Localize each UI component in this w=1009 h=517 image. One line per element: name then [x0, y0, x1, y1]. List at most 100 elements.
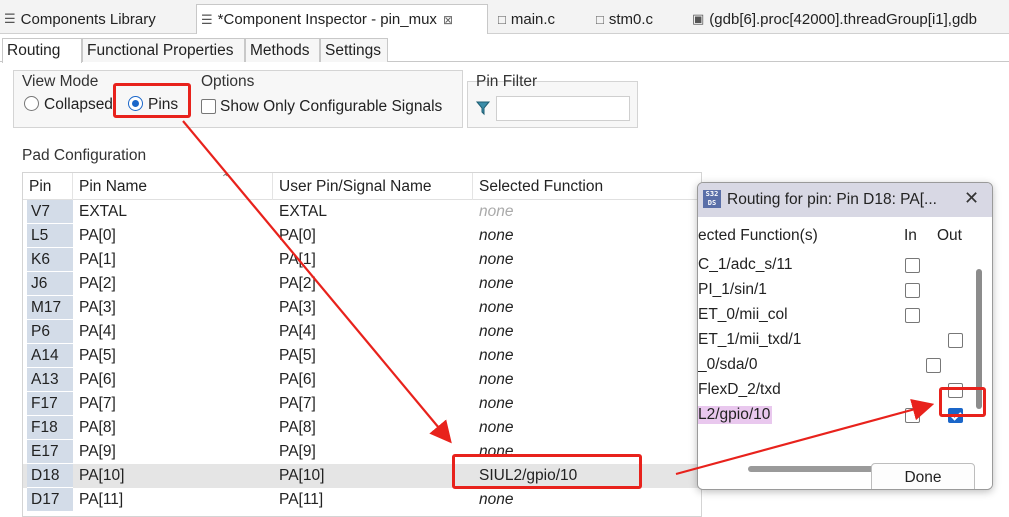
highlight-box-pins	[113, 83, 191, 118]
dialog-function-row[interactable]: L2/gpio/10	[698, 403, 976, 428]
debug-icon: ▣	[692, 11, 705, 26]
cell-selected-function[interactable]: none	[473, 320, 701, 344]
tab-settings[interactable]: Settings	[320, 38, 388, 62]
dialog-function-row[interactable]: C_1/adc_s/11	[698, 253, 976, 278]
cell-user-signal[interactable]: PA[8]	[273, 416, 473, 440]
cell-user-signal[interactable]: PA[9]	[273, 440, 473, 464]
cell-pin: K6	[27, 248, 73, 272]
function-label: L2/gpio/10	[698, 406, 773, 424]
table-row[interactable]: M17 PA[3] PA[3] none	[23, 296, 701, 320]
cell-selected-function[interactable]: none	[473, 368, 701, 392]
close-tab-icon[interactable]: ⊠	[443, 13, 453, 27]
cell-pin-name: PA[6]	[79, 371, 116, 388]
in-checkbox[interactable]	[905, 258, 920, 273]
cell-user-signal[interactable]: EXTAL	[273, 200, 473, 224]
table-row[interactable]: J6 PA[2] PA[2] none	[23, 272, 701, 296]
cell-pin: D18	[27, 464, 73, 488]
in-checkbox[interactable]	[905, 283, 920, 298]
cell-user-signal[interactable]: PA[6]	[273, 368, 473, 392]
col-header-selected-function[interactable]: Selected Function	[473, 173, 701, 200]
cell-user-signal[interactable]: PA[3]	[273, 296, 473, 320]
dialog-title-bar[interactable]: S32 DS Routing for pin: Pin D18: PA[... ✕	[698, 183, 992, 217]
cell-user-signal[interactable]: PA[2]	[273, 272, 473, 296]
cell-pin-name: PA[2]	[79, 275, 116, 292]
cell-selected-function[interactable]: none	[473, 488, 701, 512]
show-configurable-label: Show Only Configurable Signals	[220, 98, 443, 115]
pin-filter-title: Pin Filter	[476, 73, 538, 90]
in-checkbox[interactable]	[905, 408, 920, 423]
radio-collapsed[interactable]	[24, 96, 39, 111]
out-checkbox[interactable]	[926, 358, 941, 373]
table-row[interactable]: F17 PA[7] PA[7] none	[23, 392, 701, 416]
tab-routing[interactable]: Routing	[2, 38, 82, 63]
dialog-function-row[interactable]: FlexD_2/txd	[698, 378, 976, 403]
table-row[interactable]: A14 PA[5] PA[5] none	[23, 344, 701, 368]
table-header: Pin Pin Name ⌃ User Pin/Signal Name Sele…	[23, 173, 701, 200]
cell-selected-function[interactable]: none	[473, 248, 701, 272]
cell-user-signal[interactable]: PA[11]	[273, 488, 473, 512]
tab-functional-properties[interactable]: Functional Properties	[82, 38, 245, 62]
components-icon: ☰	[4, 11, 16, 26]
tab-stm0-c[interactable]: □ stm0.c	[592, 4, 692, 34]
done-button[interactable]: Done	[871, 463, 975, 489]
cell-pin: D17	[27, 488, 73, 512]
table-row[interactable]: K6 PA[1] PA[1] none	[23, 248, 701, 272]
pad-config-title: Pad Configuration	[22, 147, 147, 164]
pin-filter-input[interactable]	[496, 96, 630, 121]
cell-pin-name: PA[10]	[79, 467, 125, 484]
plug-icon: ☰	[201, 11, 213, 27]
dialog-function-row[interactable]: PI_1/sin/1	[698, 278, 976, 303]
table-row[interactable]: V7 EXTAL EXTAL none	[23, 200, 701, 224]
cell-pin: A13	[27, 368, 73, 392]
table-row[interactable]: P6 PA[4] PA[4] none	[23, 320, 701, 344]
cell-user-signal[interactable]: PA[10]	[273, 464, 473, 488]
table-row[interactable]: A13 PA[6] PA[6] none	[23, 368, 701, 392]
col-header-pin[interactable]: Pin	[23, 173, 73, 200]
in-checkbox[interactable]	[905, 308, 920, 323]
table-row[interactable]: D17 PA[11] PA[11] none	[23, 488, 701, 512]
tab-methods[interactable]: Methods	[245, 38, 320, 62]
cell-pin-name: PA[9]	[79, 443, 116, 460]
cell-selected-function[interactable]: none	[473, 224, 701, 248]
tab-label: (gdb[6].proc[42000].threadGroup[i1],gdb	[709, 10, 977, 28]
function-label: _0/sda/0	[698, 356, 758, 373]
cell-selected-function[interactable]: none	[473, 392, 701, 416]
options-title: Options	[201, 73, 255, 90]
dialog-col-out: Out	[937, 227, 962, 244]
cell-selected-function[interactable]: none	[473, 416, 701, 440]
tab-component-inspector[interactable]: ☰ *Component Inspector - pin_mux ⊠	[196, 4, 488, 34]
cell-pin: F18	[27, 416, 73, 440]
out-checkbox[interactable]	[948, 333, 963, 348]
tab-label: stm0.c	[608, 10, 654, 28]
cell-selected-function[interactable]: none	[473, 200, 701, 224]
filter-icon	[475, 100, 491, 116]
function-label: FlexD_2/txd	[698, 381, 781, 398]
show-configurable-checkbox[interactable]	[201, 99, 216, 114]
cell-user-signal[interactable]: PA[1]	[273, 248, 473, 272]
cell-pin: J6	[27, 272, 73, 296]
cell-user-signal[interactable]: PA[5]	[273, 344, 473, 368]
dialog-col-functions: ected Function(s)	[698, 227, 818, 244]
cell-user-signal[interactable]: PA[4]	[273, 320, 473, 344]
table-row[interactable]: L5 PA[0] PA[0] none	[23, 224, 701, 248]
cell-selected-function[interactable]: none	[473, 344, 701, 368]
cell-pin-name: PA[7]	[79, 395, 116, 412]
close-icon[interactable]: ✕	[964, 188, 979, 209]
col-header-user-signal[interactable]: User Pin/Signal Name	[273, 173, 473, 200]
dialog-function-row[interactable]: ET_1/mii_txd/1	[698, 328, 976, 353]
tab-components-library[interactable]: ☰ Components Library	[0, 4, 196, 34]
cell-selected-function[interactable]: none	[473, 272, 701, 296]
col-header-pin-name-label: Pin Name	[79, 177, 148, 195]
tab-main-c[interactable]: □ main.c	[494, 4, 590, 34]
cell-selected-function[interactable]: none	[473, 296, 701, 320]
dialog-body: ected Function(s) In Out C_1/adc_s/11 PI_…	[698, 217, 992, 489]
dialog-function-row[interactable]: ET_0/mii_col	[698, 303, 976, 328]
table-row[interactable]: F18 PA[8] PA[8] none	[23, 416, 701, 440]
cell-pin-name: PA[8]	[79, 419, 116, 436]
cell-user-signal[interactable]: PA[0]	[273, 224, 473, 248]
col-header-pin-name[interactable]: Pin Name ⌃	[73, 173, 273, 200]
cell-pin-name: PA[1]	[79, 251, 116, 268]
tab-gdb-debug[interactable]: ▣ (gdb[6].proc[42000].threadGroup[i1],gd…	[688, 4, 1009, 34]
cell-user-signal[interactable]: PA[7]	[273, 392, 473, 416]
dialog-function-row[interactable]: _0/sda/0	[698, 353, 976, 378]
